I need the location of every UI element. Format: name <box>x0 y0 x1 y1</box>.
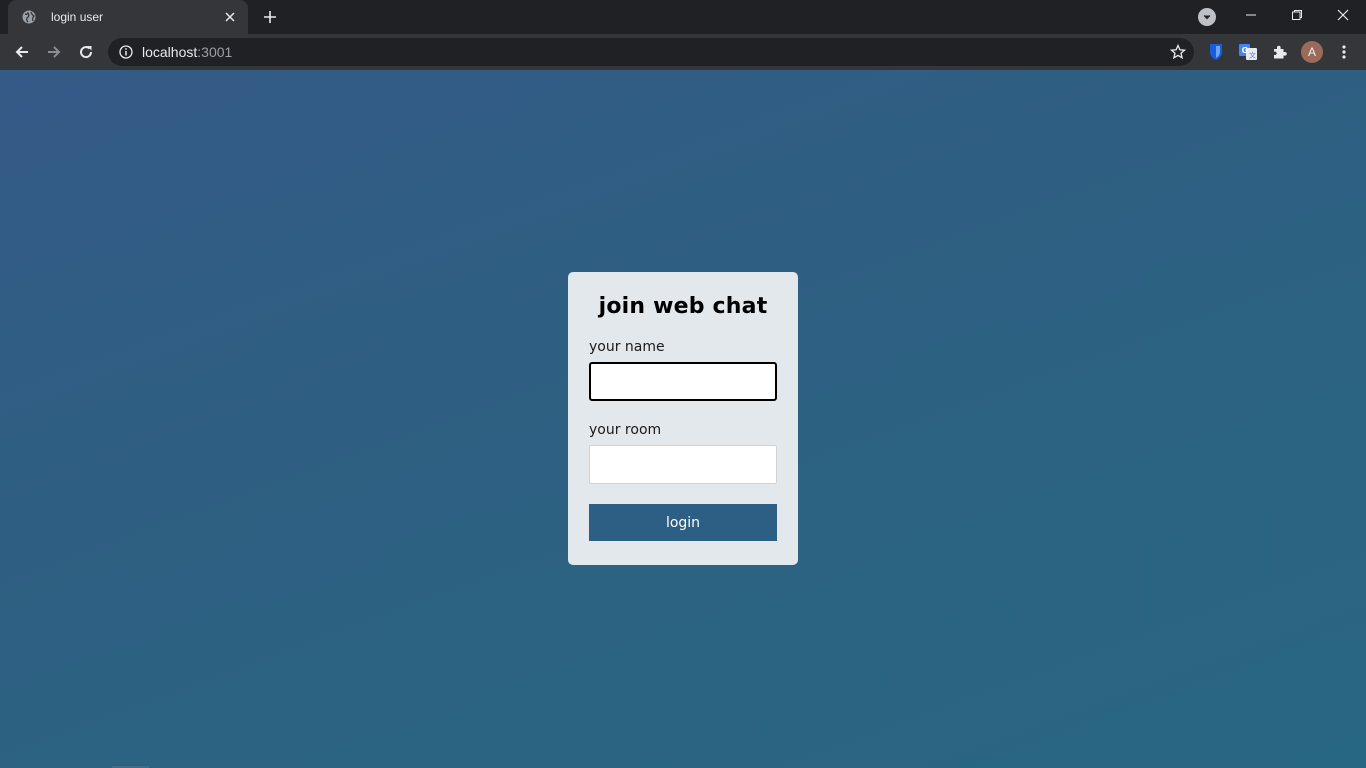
globe-icon <box>21 9 37 25</box>
tab-title: login user <box>51 10 104 24</box>
info-icon[interactable] <box>118 44 134 60</box>
profile-avatar[interactable]: A <box>1301 41 1323 63</box>
arrow-right-icon <box>48 46 61 58</box>
url-port: :3001 <box>197 44 233 60</box>
reload-icon <box>80 46 93 59</box>
url-text: localhost:3001 <box>142 44 232 60</box>
login-button[interactable]: login <box>589 504 777 541</box>
restore-icon <box>1292 10 1302 20</box>
bitwarden-extension-icon[interactable] <box>1204 40 1228 64</box>
plus-icon <box>264 11 276 23</box>
minimize-button[interactable] <box>1228 0 1274 30</box>
back-button[interactable] <box>9 39 35 65</box>
minimize-icon <box>1246 14 1256 16</box>
menu-kebab-icon[interactable] <box>1332 40 1356 64</box>
browser-tab[interactable]: login user <box>8 0 248 34</box>
tab-strip: login user <box>0 0 1366 34</box>
puzzle-extensions-icon[interactable] <box>1268 40 1292 64</box>
svg-text:文: 文 <box>1249 51 1256 60</box>
tab-search-button[interactable] <box>1198 8 1216 26</box>
browser-toolbar: localhost:3001 G文 A <box>0 34 1366 70</box>
page-background: join web chat your name your room login <box>0 70 1366 768</box>
close-tab-icon[interactable] <box>222 9 238 25</box>
name-label: your name <box>589 339 665 355</box>
arrow-left-icon <box>15 46 28 58</box>
close-icon <box>1337 9 1349 21</box>
svg-text:G: G <box>1242 46 1249 55</box>
reload-button[interactable] <box>73 39 99 65</box>
page-title: join web chat <box>598 294 768 319</box>
chevron-down-icon <box>1203 15 1211 20</box>
url-host: localhost <box>142 44 198 60</box>
name-input[interactable] <box>589 362 777 401</box>
bookmark-star-icon[interactable] <box>1169 43 1187 60</box>
translate-extension-icon[interactable]: G文 <box>1236 40 1260 64</box>
restore-button[interactable] <box>1274 0 1320 30</box>
address-bar[interactable]: localhost:3001 <box>108 38 1194 66</box>
room-input[interactable] <box>589 445 777 484</box>
close-window-button[interactable] <box>1320 0 1366 30</box>
room-label: your room <box>589 422 662 438</box>
login-card: join web chat your name your room login <box>568 272 798 565</box>
new-tab-button[interactable] <box>259 6 281 28</box>
forward-button[interactable] <box>41 39 67 65</box>
